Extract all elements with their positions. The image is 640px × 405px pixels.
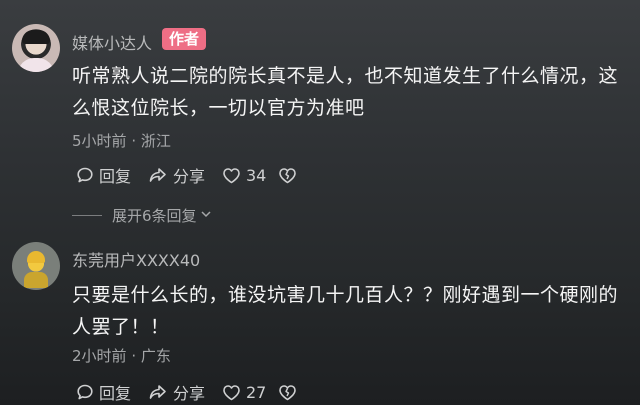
reply-button[interactable]: 回复 — [76, 380, 131, 404]
reply-label: 回复 — [99, 384, 132, 403]
share-icon — [148, 166, 168, 184]
share-label: 分享 — [173, 384, 206, 403]
avatar[interactable] — [12, 24, 60, 72]
comment-icon — [76, 166, 94, 184]
username[interactable]: 东莞用户XXXX40 — [72, 247, 200, 271]
comment-time: 5小时前 — [72, 132, 127, 150]
comment-text: 听常熟人说二院的院长真不是人，也不知道发生了什么情况，这么恨这位院长，一切以官方… — [72, 65, 619, 119]
dislike-button[interactable] — [278, 163, 297, 187]
reply-button[interactable]: 回复 — [76, 163, 131, 187]
meta-separator: · — [131, 347, 137, 365]
username[interactable]: 媒体小达人 — [72, 30, 152, 54]
expand-replies[interactable]: 展开6条回复 — [72, 205, 212, 225]
share-button[interactable]: 分享 — [148, 163, 205, 187]
like-button[interactable]: 27 — [222, 380, 266, 404]
like-count: 34 — [246, 165, 267, 185]
comment-icon — [76, 383, 94, 401]
comment-time: 2小时前 — [72, 347, 127, 365]
share-icon — [148, 383, 168, 401]
broken-heart-icon — [278, 384, 297, 401]
comment-meta: 5小时前 · 浙江 — [72, 130, 171, 151]
comment-text: 只要是什么长的，谁没坑害几十几百人？？刚好遇到一个硬刚的人罢了！！ — [72, 284, 619, 338]
like-button[interactable]: 34 — [222, 163, 266, 187]
comment-meta: 2小时前 · 广东 — [72, 345, 171, 366]
comment-location: 浙江 — [140, 132, 171, 150]
comment-item: 东莞用户XXXX40 只要是什么长的，谁没坑害几十几百人？？刚好遇到一个硬刚的人… — [0, 228, 640, 405]
like-count: 27 — [246, 382, 267, 402]
comment-item: 媒体小达人 作者 听常熟人说二院的院长真不是人，也不知道发生了什么情况，这么恨这… — [0, 0, 640, 228]
heart-icon — [222, 167, 241, 184]
chevron-down-icon — [200, 206, 212, 224]
avatar[interactable] — [12, 242, 60, 290]
share-label: 分享 — [173, 167, 206, 186]
dislike-button[interactable] — [278, 380, 297, 404]
divider — [72, 214, 102, 216]
comment-location: 广东 — [140, 347, 171, 365]
heart-icon — [222, 384, 241, 401]
meta-separator: · — [131, 132, 137, 150]
reply-label: 回复 — [99, 167, 132, 186]
share-button[interactable]: 分享 — [148, 380, 205, 404]
author-badge: 作者 — [162, 28, 207, 50]
expand-replies-label: 展开6条回复 — [112, 206, 197, 225]
broken-heart-icon — [278, 167, 297, 184]
